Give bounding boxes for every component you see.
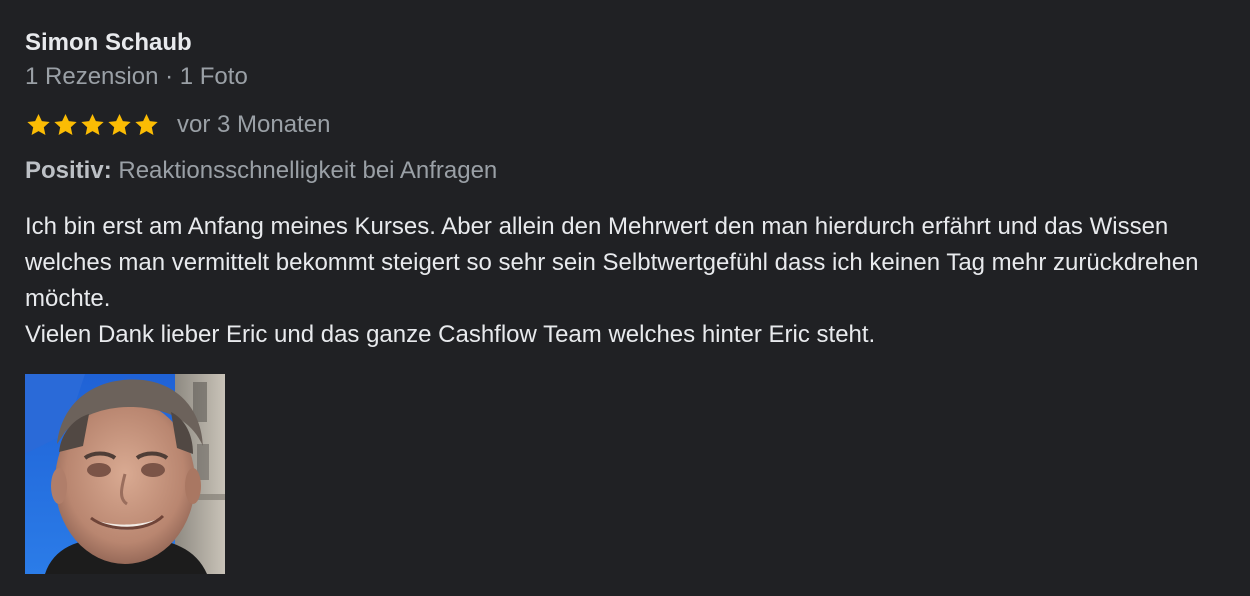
review-text: Ich bin erst am Anfang meines Kurses. Ab… [25,209,1235,353]
reviewer-photo[interactable] [25,374,225,574]
rating-row: vor 3 Monaten [25,109,330,141]
author-meta: 1 Rezension · 1 Foto [25,63,248,90]
highlight-value: Reaktionsschnelligkeit bei Anfragen [118,157,498,184]
star-icon [108,113,131,135]
author-name[interactable]: Simon Schaub [25,29,192,57]
review-date: vor 3 Monaten [177,111,331,138]
star-icon [135,113,158,135]
review-text-paragraph: Vielen Dank lieber Eric und das ganze Ca… [25,321,876,348]
reviewer-photo-icon [25,374,225,574]
star-icon [27,113,50,135]
review-text-paragraph: Ich bin erst am Anfang meines Kurses. Ab… [25,213,1199,312]
star-rating [25,112,160,138]
star-icon [81,113,104,135]
review-highlight: Positiv: Reaktionsschnelligkeit bei Anfr… [25,157,497,185]
highlight-label: Positiv: [25,157,112,184]
star-icon [54,113,77,135]
